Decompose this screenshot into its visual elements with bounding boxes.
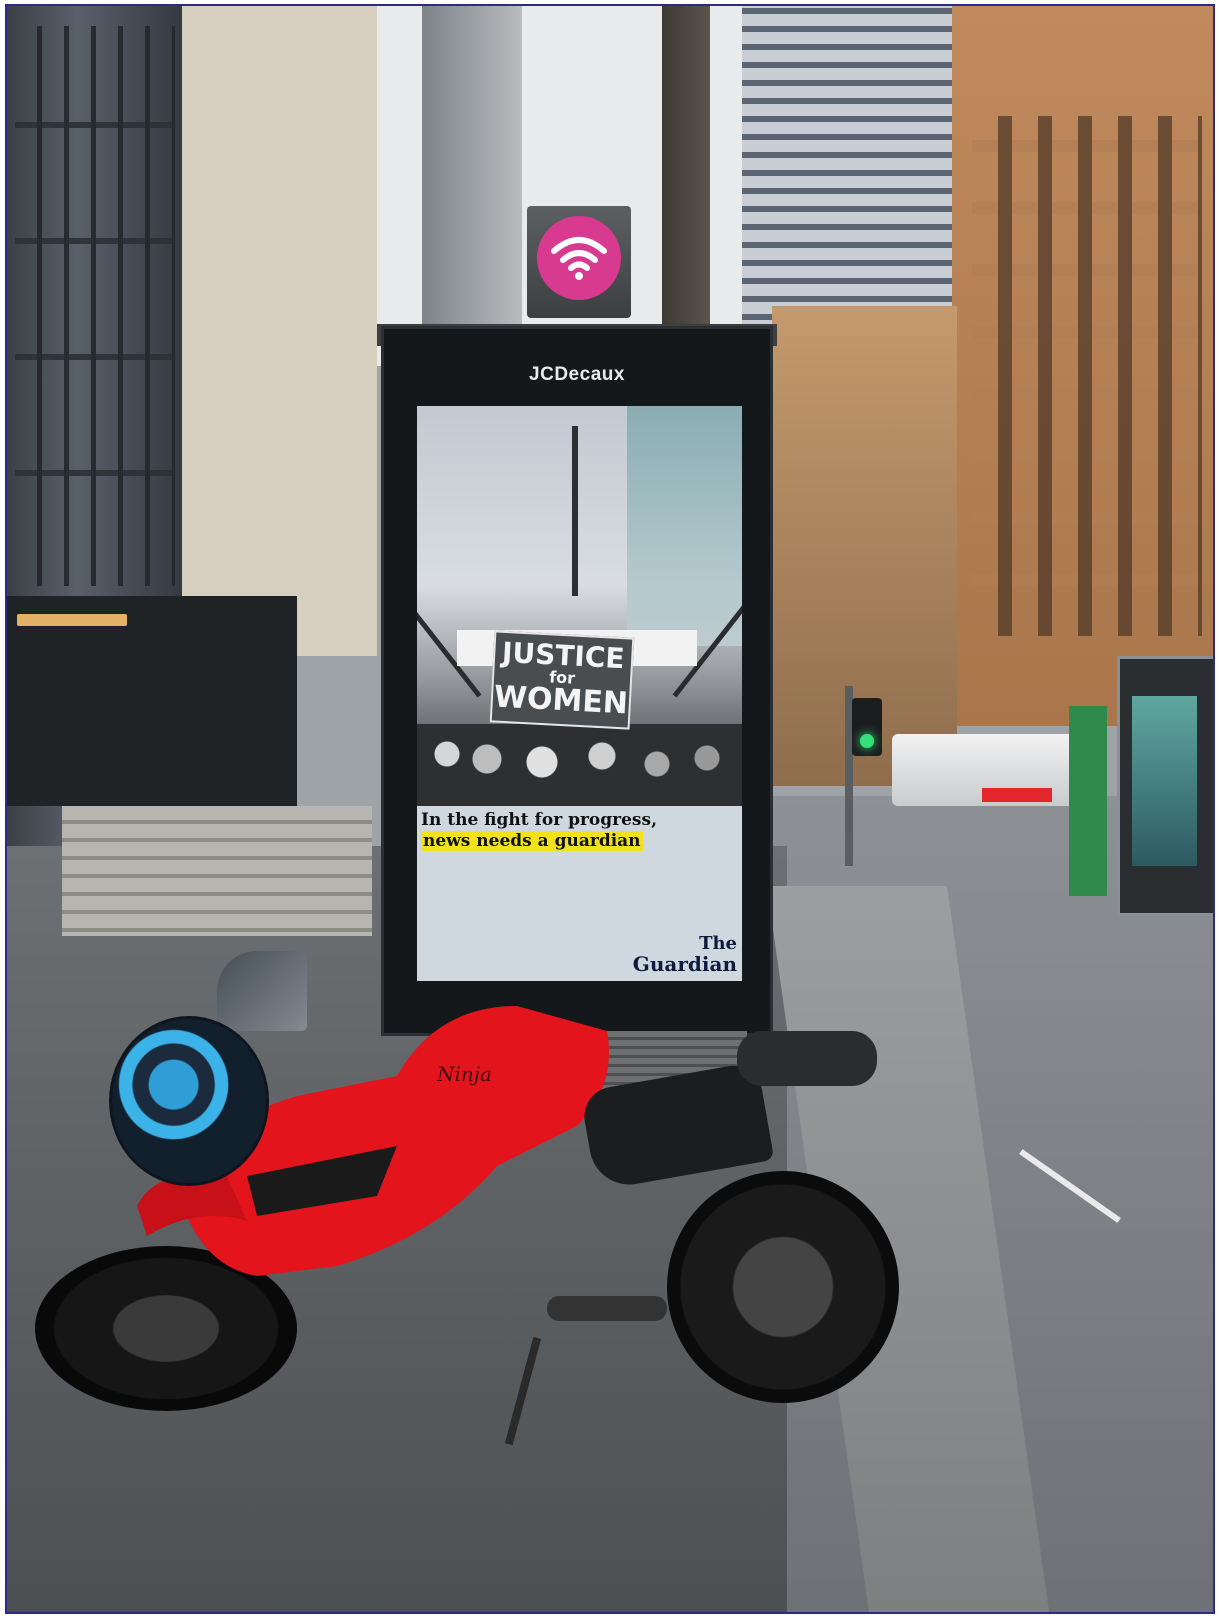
ad-screen: JUSTICE for WOMEN In the fight for progr… <box>417 406 742 981</box>
tree-trunk <box>662 6 710 326</box>
logo-line-1: The <box>699 933 737 954</box>
street-photo: JCDecaux JUSTICE for WOMEN In the fight … <box>5 4 1215 1614</box>
bus-stripe <box>982 788 1052 802</box>
tram-stop-screen <box>1132 696 1197 866</box>
cream-building <box>167 6 377 656</box>
protest-sign: JUSTICE for WOMEN <box>489 630 635 730</box>
tagline-line-2: news needs a guardian <box>421 831 643 851</box>
kiosk-brand: JCDecaux <box>529 364 625 385</box>
protest-crowd <box>417 724 742 806</box>
left-building-windows <box>15 26 175 586</box>
helmet <box>109 1016 269 1186</box>
lobby-light <box>17 614 127 626</box>
green-bin <box>1069 706 1107 896</box>
wifi-icon <box>537 216 621 300</box>
building-lobby <box>7 596 297 806</box>
bike-tail <box>737 1031 877 1086</box>
traffic-light-green <box>860 734 874 748</box>
tagline-line-1: In the fight for progress, <box>421 810 657 830</box>
logo-line-2: Guardian <box>632 952 737 976</box>
guardian-logo: The Guardian <box>617 933 737 976</box>
bike-model-text: Ninja <box>436 1062 492 1086</box>
ad-tagline: In the fight for progress, news needs a … <box>417 810 742 852</box>
flagpole <box>572 426 578 596</box>
building-steps <box>62 806 372 936</box>
glass-building <box>422 6 522 326</box>
windshield <box>217 951 307 1031</box>
sign-line-3: WOMEN <box>493 679 629 722</box>
sandstone-windows <box>972 116 1202 636</box>
